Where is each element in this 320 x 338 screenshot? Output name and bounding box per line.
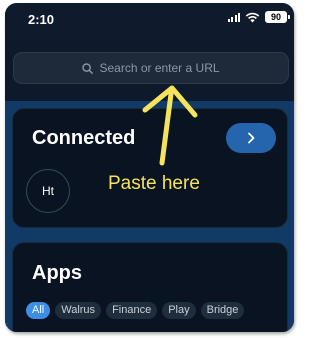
apps-filter-chips: All Walrus Finance Play Bridge	[26, 302, 245, 319]
main-content: Connected Ht Apps All Walrus Finance Pla…	[5, 101, 294, 332]
status-bar: 2:10 90	[5, 3, 294, 39]
signal-icon	[227, 12, 240, 22]
status-time: 2:10	[28, 12, 55, 27]
chip-bridge[interactable]: Bridge	[200, 302, 245, 319]
search-placeholder: Search or enter a URL	[99, 61, 220, 75]
chevron-right-icon	[248, 132, 255, 144]
search-bar[interactable]: Search or enter a URL	[13, 52, 289, 84]
battery-icon: 90	[265, 11, 290, 23]
chip-walrus[interactable]: Walrus	[55, 302, 102, 319]
chip-finance[interactable]: Finance	[106, 302, 158, 319]
chip-all[interactable]: All	[26, 302, 51, 319]
wifi-icon	[245, 12, 260, 22]
header: Search or enter a URL	[5, 39, 294, 101]
apps-title: Apps	[32, 262, 82, 284]
search-icon	[82, 62, 94, 74]
connected-app-avatar[interactable]: Ht	[26, 169, 70, 213]
annotation-label: Paste here	[108, 173, 200, 194]
connected-next-button[interactable]	[226, 123, 276, 153]
apps-card: Apps All Walrus Finance Play Bridge	[12, 242, 288, 332]
phone-screen: 2:10 90 Search or enter a URL Connected	[5, 3, 294, 332]
connected-title: Connected	[32, 127, 136, 149]
connected-card: Connected Ht	[12, 108, 288, 228]
status-icons: 90	[227, 11, 290, 23]
chip-play[interactable]: Play	[162, 302, 196, 319]
